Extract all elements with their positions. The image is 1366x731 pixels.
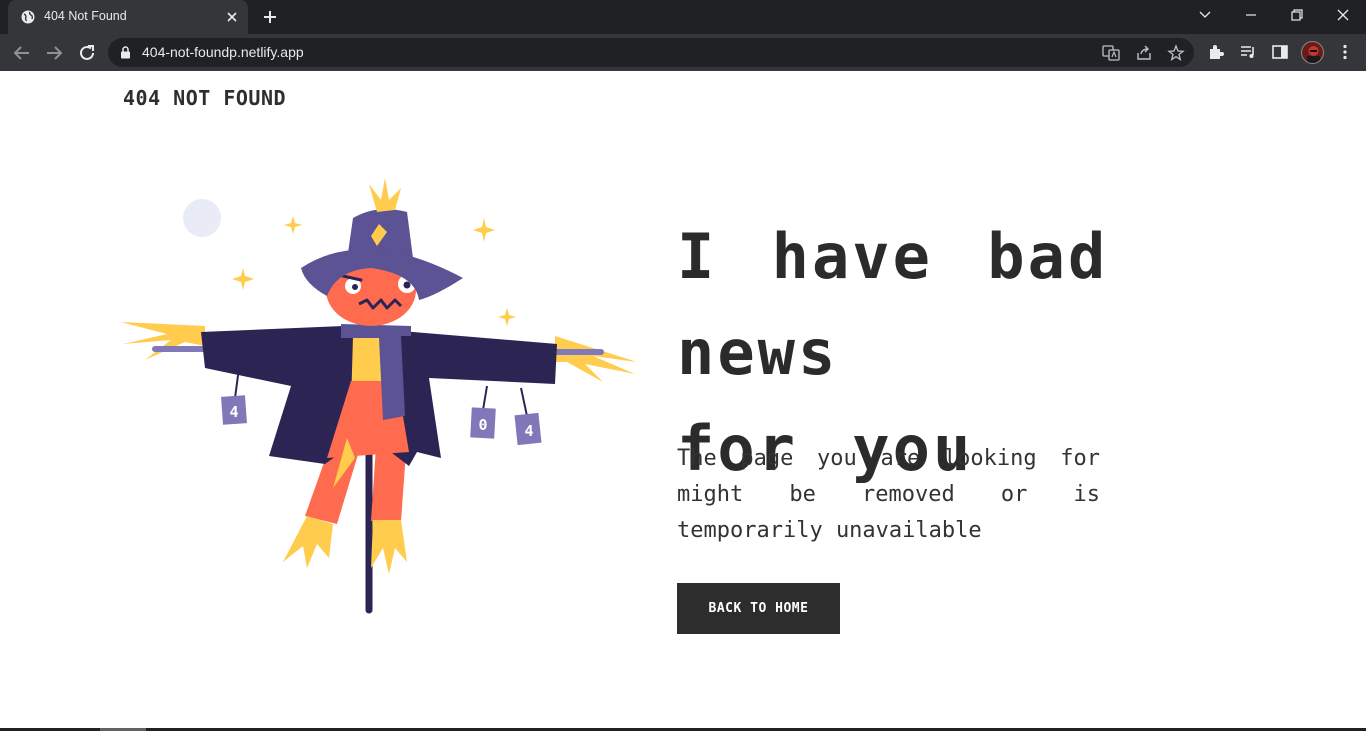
sparkle-icon xyxy=(232,268,254,290)
right-foot-straw xyxy=(371,520,407,574)
scarecrow-illustration: 4 0 4 xyxy=(121,178,637,614)
browser-toolbar: 404-not-foundp.netlify.app xyxy=(0,34,1366,71)
browser-tab[interactable]: 404 Not Found xyxy=(8,0,248,34)
close-window-button[interactable] xyxy=(1320,0,1366,32)
svg-text:4: 4 xyxy=(524,422,533,440)
moon-shape xyxy=(183,199,221,237)
tab-search-button[interactable] xyxy=(1182,0,1228,32)
reload-icon[interactable] xyxy=(76,42,98,64)
media-control-icon[interactable] xyxy=(1239,43,1257,61)
sparkle-icon xyxy=(498,308,516,326)
more-menu-icon[interactable] xyxy=(1336,43,1354,61)
minimize-button[interactable] xyxy=(1228,0,1274,32)
tab-title: 404 Not Found xyxy=(44,9,127,23)
profile-avatar[interactable] xyxy=(1301,41,1324,64)
site-logo[interactable]: 404 NOT FOUND xyxy=(123,86,286,110)
sparkle-icon xyxy=(284,216,302,234)
sparkle-icon xyxy=(473,218,495,242)
globe-icon xyxy=(21,10,35,24)
restore-button[interactable] xyxy=(1274,0,1320,32)
svg-text:4: 4 xyxy=(229,403,238,421)
left-straw-hand xyxy=(121,322,205,360)
can-1: 4 xyxy=(221,395,247,425)
svg-text:0: 0 xyxy=(478,416,487,434)
back-arrow-icon[interactable] xyxy=(11,42,33,64)
translate-icon[interactable] xyxy=(1102,44,1120,62)
can-2: 0 xyxy=(470,407,496,439)
minimize-icon xyxy=(1246,14,1256,16)
chevron-down-icon xyxy=(1199,11,1211,18)
hat-straw xyxy=(369,178,401,212)
headline-line-1: I have bad news xyxy=(677,220,1109,389)
can-3: 4 xyxy=(514,412,542,446)
close-tab-icon[interactable] xyxy=(224,9,240,25)
avatar-icon xyxy=(1307,46,1320,63)
error-message: The page you are looking for might be re… xyxy=(677,446,1100,543)
back-to-home-button[interactable]: BACK TO HOME xyxy=(677,583,840,634)
tab-strip: 404 Not Found xyxy=(0,0,1366,34)
bookmark-star-icon[interactable] xyxy=(1167,44,1185,62)
page-content: 404 NOT FOUND 4 0 4 I have bad news for … xyxy=(0,71,1366,728)
new-tab-icon[interactable] xyxy=(261,8,279,26)
left-foot-straw xyxy=(283,516,333,568)
side-panel-icon[interactable] xyxy=(1271,43,1289,61)
url-text[interactable]: 404-not-foundp.netlify.app xyxy=(142,44,304,60)
lock-icon[interactable] xyxy=(120,46,131,59)
address-bar[interactable]: 404-not-foundp.netlify.app xyxy=(108,38,1194,67)
restore-icon xyxy=(1291,9,1303,21)
extensions-icon[interactable] xyxy=(1207,43,1225,61)
close-icon xyxy=(1337,9,1349,21)
right-straw-hand xyxy=(555,336,637,382)
forward-arrow-icon[interactable] xyxy=(43,42,65,64)
share-icon[interactable] xyxy=(1135,44,1153,62)
